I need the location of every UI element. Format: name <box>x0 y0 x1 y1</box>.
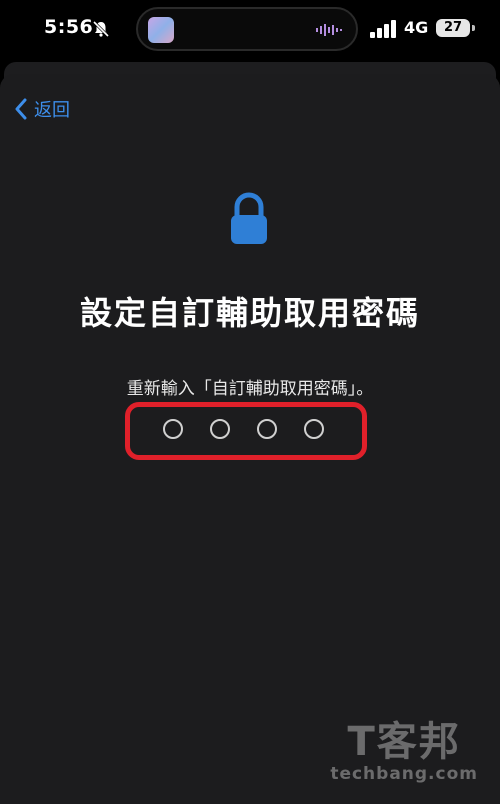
cellular-signal-icon <box>370 20 396 38</box>
bell-slash-icon <box>92 20 110 38</box>
status-time: 5:56 <box>44 16 94 38</box>
back-label: 返回 <box>34 100 70 121</box>
battery-icon: 27 <box>436 19 470 37</box>
battery-tip <box>472 25 475 31</box>
passcode-sheet: 返回 設定自訂輔助取用密碼 重新輸入「自訂輔助取用密碼」。 <box>0 74 500 804</box>
instruction-text: 重新輸入「自訂輔助取用密碼」。 <box>126 379 374 399</box>
watermark-logo: T客邦 <box>347 719 461 765</box>
network-type: 4G <box>404 18 429 37</box>
chevron-left-icon <box>15 98 27 120</box>
status-bar: 5:56 4G 27 <box>0 0 500 60</box>
passcode-dot <box>304 419 324 439</box>
back-button[interactable]: 返回 <box>14 96 70 122</box>
passcode-dot <box>257 419 277 439</box>
watermark-site: techbang.com <box>330 764 478 784</box>
passcode-dot <box>210 419 230 439</box>
passcode-field[interactable] <box>163 419 324 439</box>
watermark: T客邦 techbang.com <box>330 720 478 784</box>
page-title: 設定自訂輔助取用密碼 <box>79 294 420 332</box>
dynamic-island[interactable] <box>136 7 358 51</box>
lock-icon <box>231 192 267 244</box>
passcode-dot <box>163 419 183 439</box>
audio-wave-icon <box>316 24 342 36</box>
now-playing-artwork <box>148 17 174 43</box>
